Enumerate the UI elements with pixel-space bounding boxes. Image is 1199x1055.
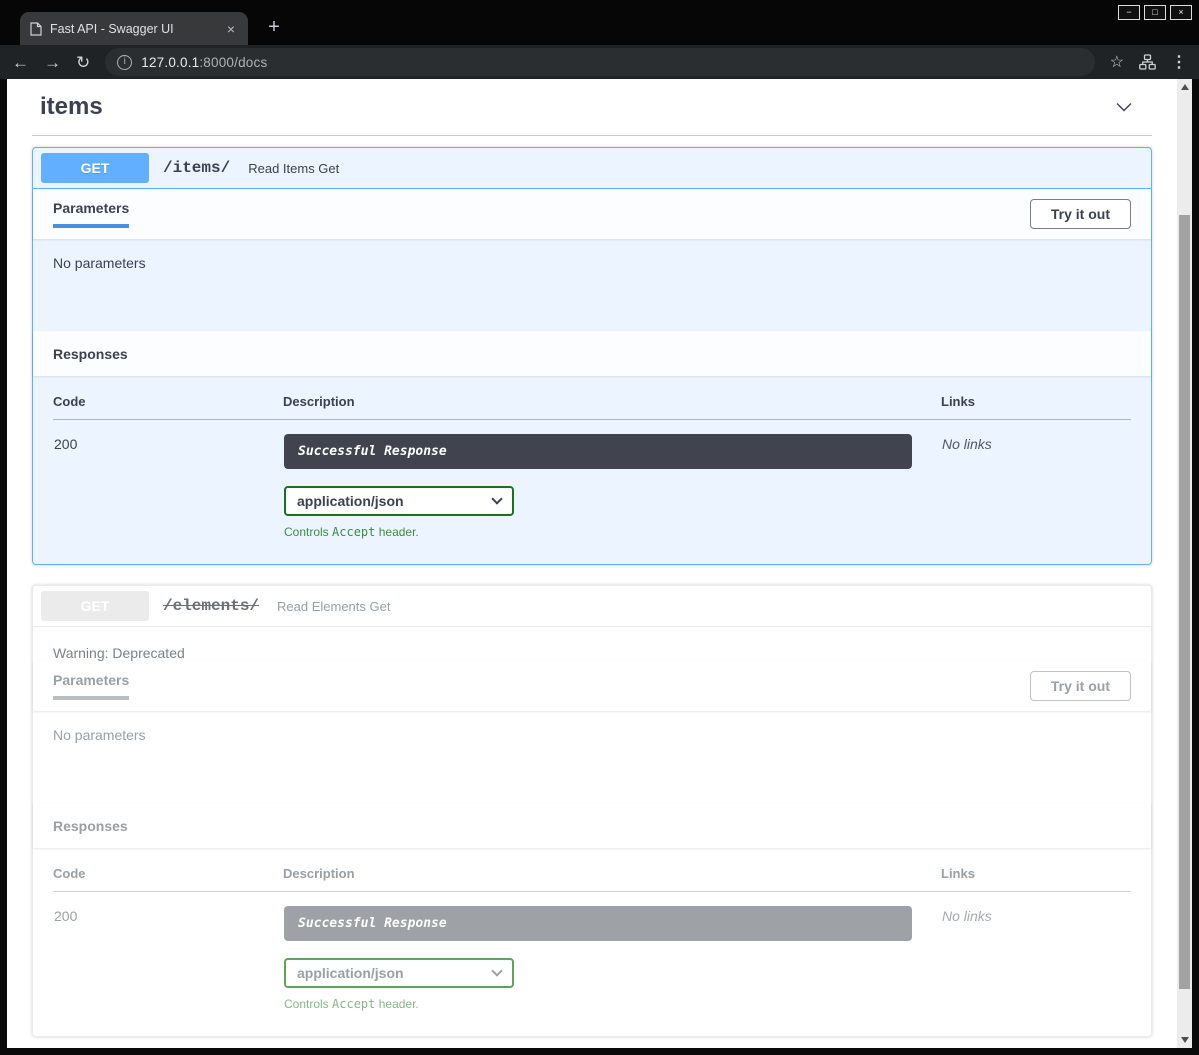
- scrollbar[interactable]: [1177, 79, 1192, 1048]
- responses-section-header: Responses: [33, 803, 1151, 848]
- url-text: 127.0.0.1:8000/docs: [141, 55, 267, 70]
- operation-path: /elements/: [163, 597, 259, 615]
- scroll-down-arrow-icon: [1181, 1037, 1189, 1043]
- window-controls: − □ ×: [1118, 5, 1192, 20]
- browser-menu-icon[interactable]: ⋮: [1171, 54, 1187, 71]
- active-tab-underline: [53, 224, 129, 228]
- response-row: 200 Successful Response application/json…: [53, 420, 1131, 541]
- responses-title: Responses: [53, 346, 128, 362]
- links-column-header: Links: [941, 866, 1131, 892]
- response-description: Successful Response: [284, 434, 912, 469]
- site-info-icon[interactable]: i: [117, 55, 132, 70]
- responses-body: Code Description Links 200 Successful Re…: [33, 848, 1151, 1036]
- media-hub-icon[interactable]: [1139, 54, 1156, 70]
- media-type-value: application/json: [297, 965, 404, 981]
- tab-close-icon[interactable]: ×: [224, 21, 238, 37]
- response-code: 200: [53, 892, 283, 1013]
- close-button[interactable]: ×: [1170, 5, 1192, 20]
- select-chevron-icon: [491, 965, 502, 976]
- links-column-header: Links: [941, 394, 1131, 420]
- scroll-up-arrow-icon: [1181, 84, 1189, 90]
- code-column-header: Code: [53, 394, 283, 420]
- response-description-cell: Successful Response application/json Con…: [283, 892, 941, 1013]
- operation-summary: Read Elements Get: [277, 599, 1143, 614]
- browser-titlebar: Fast API - Swagger UI × + − □ ×: [0, 0, 1199, 45]
- code-column-header: Code: [53, 866, 283, 892]
- swagger-content: items GET /items/ Read Items Get Paramet…: [7, 79, 1177, 1048]
- opblock-summary-items[interactable]: GET /items/ Read Items Get: [33, 148, 1151, 189]
- items-section-header: items: [32, 89, 1152, 136]
- browser-tab[interactable]: Fast API - Swagger UI ×: [20, 12, 248, 45]
- maximize-button[interactable]: □: [1144, 5, 1166, 20]
- browser-toolbar: ← → ↻ i 127.0.0.1:8000/docs ☆ ⋮: [0, 45, 1199, 79]
- scroll-up-button[interactable]: [1177, 79, 1192, 95]
- response-links: No links: [941, 892, 1131, 1013]
- address-bar[interactable]: i 127.0.0.1:8000/docs: [105, 48, 1094, 76]
- opblock-get-items: GET /items/ Read Items Get Parameters Tr…: [32, 147, 1152, 565]
- response-row: 200 Successful Response application/json…: [53, 892, 1131, 1013]
- parameters-tab-label: Parameters: [53, 672, 129, 688]
- opblock-summary-elements[interactable]: GET /elements/ Read Elements Get: [33, 586, 1151, 627]
- responses-table: Code Description Links 200 Successful Re…: [53, 394, 1131, 540]
- description-column-header: Description: [283, 866, 941, 892]
- operation-summary: Read Items Get: [248, 161, 1143, 176]
- accept-header-note: Controls Accept header.: [284, 525, 940, 539]
- method-badge: GET: [41, 591, 149, 621]
- parameters-body: No parameters: [33, 711, 1151, 803]
- parameters-body: No parameters: [33, 239, 1151, 331]
- active-tab-underline: [53, 696, 129, 700]
- back-button[interactable]: ←: [12, 54, 29, 71]
- media-type-value: application/json: [297, 493, 404, 509]
- no-parameters-text: No parameters: [53, 255, 146, 271]
- try-it-out-button[interactable]: Try it out: [1030, 199, 1131, 229]
- deprecated-warning: Warning: Deprecated: [33, 627, 1151, 661]
- url-host: 127.0.0.1: [141, 55, 199, 70]
- chevron-down-icon[interactable]: [1112, 95, 1136, 119]
- scrollbar-thumb[interactable]: [1179, 215, 1190, 989]
- response-description: Successful Response: [284, 906, 912, 941]
- responses-section-header: Responses: [33, 331, 1151, 376]
- parameters-tab[interactable]: Parameters: [53, 672, 129, 700]
- accept-note-prefix: Controls: [284, 525, 332, 539]
- minimize-button[interactable]: −: [1118, 5, 1140, 20]
- media-type-select[interactable]: application/json: [284, 958, 514, 988]
- media-type-select[interactable]: application/json: [284, 486, 514, 516]
- opblock-get-elements: GET /elements/ Read Elements Get Warning…: [32, 585, 1152, 1037]
- section-title[interactable]: items: [40, 93, 103, 121]
- accept-note-prefix: Controls: [284, 997, 332, 1011]
- method-badge: GET: [41, 153, 149, 183]
- bookmark-star-icon[interactable]: ☆: [1110, 54, 1124, 71]
- parameters-tab[interactable]: Parameters: [53, 200, 129, 228]
- page-favicon-icon: [30, 22, 42, 36]
- reload-button[interactable]: ↻: [76, 54, 90, 71]
- responses-title: Responses: [53, 818, 128, 834]
- tab-title: Fast API - Swagger UI: [50, 22, 216, 36]
- try-it-out-button[interactable]: Try it out: [1030, 671, 1131, 701]
- response-links: No links: [941, 420, 1131, 541]
- new-tab-button[interactable]: +: [262, 15, 286, 39]
- parameters-section-header: Parameters Try it out: [33, 661, 1151, 711]
- accept-note-code: Accept: [332, 525, 375, 539]
- accept-note-suffix: header.: [375, 525, 418, 539]
- accept-note-code: Accept: [332, 997, 375, 1011]
- parameters-tab-label: Parameters: [53, 200, 129, 216]
- select-chevron-icon: [491, 493, 502, 504]
- url-path: :8000/docs: [199, 55, 267, 70]
- browser-window: Fast API - Swagger UI × + − □ × ← → ↻ i …: [0, 0, 1199, 1055]
- description-column-header: Description: [283, 394, 941, 420]
- operation-path: /items/: [163, 159, 230, 177]
- forward-button[interactable]: →: [44, 54, 61, 71]
- response-description-cell: Successful Response application/json Con…: [283, 420, 941, 541]
- no-parameters-text: No parameters: [53, 727, 146, 743]
- page-viewport: items GET /items/ Read Items Get Paramet…: [7, 79, 1192, 1048]
- accept-note-suffix: header.: [375, 997, 418, 1011]
- responses-table: Code Description Links 200 Successful Re…: [53, 866, 1131, 1012]
- accept-header-note: Controls Accept header.: [284, 997, 940, 1011]
- parameters-section-header: Parameters Try it out: [33, 189, 1151, 239]
- responses-body: Code Description Links 200 Successful Re…: [33, 376, 1151, 564]
- scroll-down-button[interactable]: [1177, 1032, 1192, 1048]
- response-code: 200: [53, 420, 283, 541]
